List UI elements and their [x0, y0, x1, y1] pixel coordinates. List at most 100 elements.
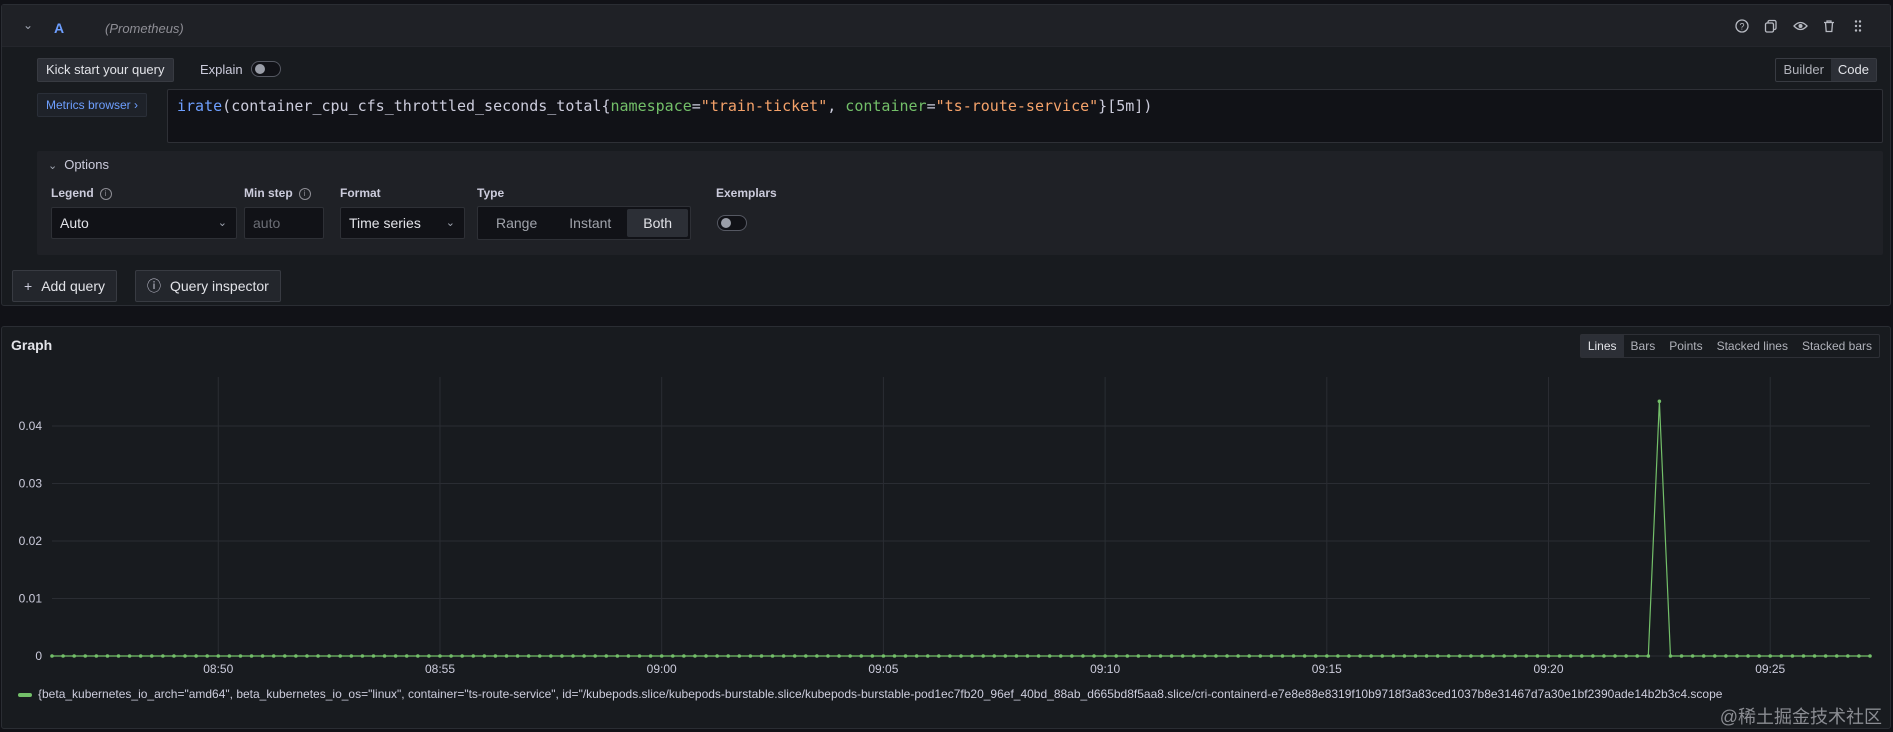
eye-icon[interactable]	[1792, 19, 1808, 37]
series-point	[305, 654, 309, 658]
expr-value-namespace: "train-ticket"	[700, 97, 828, 115]
series-point	[1103, 654, 1107, 658]
x-tick-label: 09:05	[868, 662, 898, 676]
info-icon[interactable]: i	[99, 187, 112, 200]
series-point	[537, 654, 542, 658]
series-point	[1568, 654, 1573, 658]
mode-stacked-lines-button[interactable]: Stacked lines	[1710, 335, 1795, 357]
series-point	[1258, 654, 1263, 658]
plus-icon: +	[24, 278, 33, 294]
drag-handle-icon[interactable]	[1850, 19, 1866, 37]
expr-eq-2: =	[926, 97, 936, 115]
svg-text:?: ?	[1739, 22, 1744, 32]
min-step-input[interactable]: auto	[244, 207, 324, 239]
series-legend[interactable]: {beta_kubernetes_io_arch="amd64", beta_k…	[18, 687, 1722, 701]
series-color-swatch	[18, 692, 32, 697]
mode-builder-button[interactable]: Builder	[1776, 59, 1830, 81]
series-point	[1070, 654, 1074, 658]
mode-bars-button[interactable]: Bars	[1624, 335, 1663, 357]
series-point	[1857, 654, 1861, 658]
expr-label-namespace: namespace	[610, 97, 692, 115]
legend-option-label: Legend i	[51, 186, 112, 200]
series-point	[1546, 654, 1551, 658]
series-point	[1191, 654, 1196, 658]
series-point	[604, 654, 609, 658]
chevron-down-icon[interactable]: ⌄	[23, 18, 33, 32]
format-select-value: Time series	[349, 215, 421, 231]
series-point	[726, 654, 731, 658]
query-ref-id[interactable]: A	[54, 20, 64, 36]
series-point	[1114, 654, 1118, 658]
info-icon[interactable]: i	[298, 187, 311, 200]
add-query-button[interactable]: + Add query	[12, 270, 118, 302]
exemplars-toggle[interactable]	[717, 215, 747, 231]
series-point	[959, 654, 963, 658]
graph-title: Graph	[11, 337, 53, 353]
duplicate-icon[interactable]	[1763, 19, 1779, 37]
exemplars-option-label: Exemplars	[716, 186, 777, 200]
trash-icon[interactable]	[1821, 19, 1837, 37]
mode-stacked-bars-button[interactable]: Stacked bars	[1795, 335, 1879, 357]
series-point	[183, 654, 187, 658]
info-circle-icon: ⓘ	[147, 278, 161, 294]
mode-lines-button[interactable]: Lines	[1580, 335, 1624, 357]
x-tick-label: 08:50	[203, 662, 233, 676]
query-row-header: ⌄ A (Prometheus) ?	[2, 5, 1890, 47]
series-point	[1236, 654, 1240, 658]
options-section: ⌄ Options Legend i Auto ⌄ Min step i auto F…	[37, 151, 1883, 255]
kick-start-button[interactable]: Kick start your query	[37, 58, 174, 82]
series-point	[294, 654, 298, 658]
series-point	[792, 654, 797, 658]
series-point	[1846, 654, 1850, 658]
series-point	[903, 654, 908, 658]
series-point	[804, 654, 808, 658]
expr-comma: ,	[827, 97, 846, 115]
series-point	[460, 654, 464, 658]
series-point	[1469, 654, 1473, 658]
query-inspector-button[interactable]: ⓘ Query inspector	[135, 270, 281, 302]
series-line	[52, 401, 1870, 657]
series-point	[1003, 654, 1008, 658]
type-instant-option[interactable]: Instant	[553, 209, 627, 237]
series-point	[316, 654, 320, 658]
series-point	[1624, 654, 1628, 658]
legend-label-text: Legend	[51, 186, 94, 200]
explain-label: Explain	[200, 62, 243, 77]
series-point	[781, 654, 786, 658]
series-point	[1180, 654, 1185, 658]
series-point	[404, 654, 409, 658]
series-point	[892, 654, 897, 658]
series-point	[549, 654, 553, 658]
series-point	[116, 654, 121, 658]
series-point	[1358, 654, 1362, 658]
series-point	[859, 654, 864, 658]
format-select[interactable]: Time series ⌄	[340, 207, 465, 239]
legend-select[interactable]: Auto ⌄	[51, 207, 237, 239]
mode-code-button[interactable]: Code	[1830, 59, 1876, 81]
expr-label-container: container	[845, 97, 927, 115]
expr-paren-close: )	[1143, 97, 1153, 115]
series-legend-label: {beta_kubernetes_io_arch="amd64", beta_k…	[38, 687, 1723, 701]
series-point	[127, 654, 132, 658]
series-point	[1834, 654, 1839, 658]
explain-toggle[interactable]	[251, 61, 281, 77]
series-point	[1502, 654, 1506, 658]
series-point	[72, 654, 76, 658]
y-tick-label: 0.01	[19, 592, 43, 606]
metrics-browser-button[interactable]: Metrics browser ›	[37, 93, 148, 117]
series-point	[881, 654, 886, 658]
series-point	[1713, 654, 1717, 658]
mode-points-button[interactable]: Points	[1662, 335, 1709, 357]
options-toggle[interactable]: ⌄ Options	[48, 157, 109, 172]
format-option-label: Format	[340, 186, 381, 200]
series-point	[138, 654, 143, 658]
promql-editor[interactable]: irate(container_cpu_cfs_throttled_second…	[167, 89, 1883, 143]
time-series-chart: 0 0.01 0.02 0.03 0.04 08:50 08:55 09:00 09:05 09:…	[19, 377, 1872, 676]
series-point	[526, 654, 531, 658]
type-range-option[interactable]: Range	[480, 209, 553, 237]
help-icon[interactable]: ?	[1734, 19, 1750, 37]
series-point	[227, 654, 232, 658]
series-point	[1779, 654, 1784, 658]
series-point	[1302, 654, 1307, 658]
type-both-option[interactable]: Both	[627, 209, 689, 237]
